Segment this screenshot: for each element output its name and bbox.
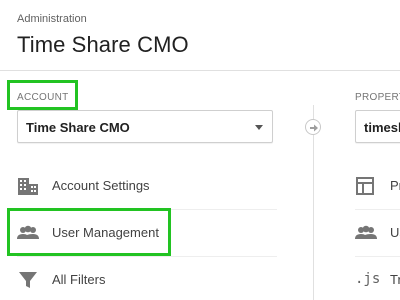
building-icon <box>17 176 39 196</box>
filter-icon <box>17 270 39 290</box>
page-header: Administration Time Share CMO <box>0 0 400 71</box>
property-user-management-item[interactable]: Us <box>355 210 400 256</box>
property-select-value: timesh <box>364 120 400 135</box>
highlight-box-user-management <box>7 208 171 256</box>
account-select-value: Time Share CMO <box>26 120 130 135</box>
tracking-info-label: Tr <box>390 272 400 287</box>
users-icon <box>355 223 377 243</box>
layout-icon <box>355 176 377 196</box>
account-select[interactable]: Time Share CMO <box>17 110 273 143</box>
all-filters-label: All Filters <box>52 272 106 287</box>
breadcrumb[interactable]: Administration <box>17 13 87 25</box>
property-section-label: PROPERT <box>355 92 400 103</box>
highlight-box-account-label <box>7 80 78 110</box>
account-settings-label: Account Settings <box>52 178 150 193</box>
page-title: Time Share CMO <box>17 32 189 57</box>
all-filters-item[interactable]: All Filters <box>17 257 277 300</box>
tracking-info-item[interactable]: .js Tr <box>355 257 400 300</box>
property-settings-item[interactable]: Pr <box>355 163 400 209</box>
js-icon: .js <box>355 271 381 287</box>
arrow-right-icon[interactable] <box>305 119 321 135</box>
property-select[interactable]: timesh <box>355 110 400 143</box>
property-user-management-label: Us <box>390 225 400 240</box>
chevron-down-icon <box>255 125 263 130</box>
account-settings-item[interactable]: Account Settings <box>17 163 277 209</box>
property-settings-label: Pr <box>390 178 400 193</box>
